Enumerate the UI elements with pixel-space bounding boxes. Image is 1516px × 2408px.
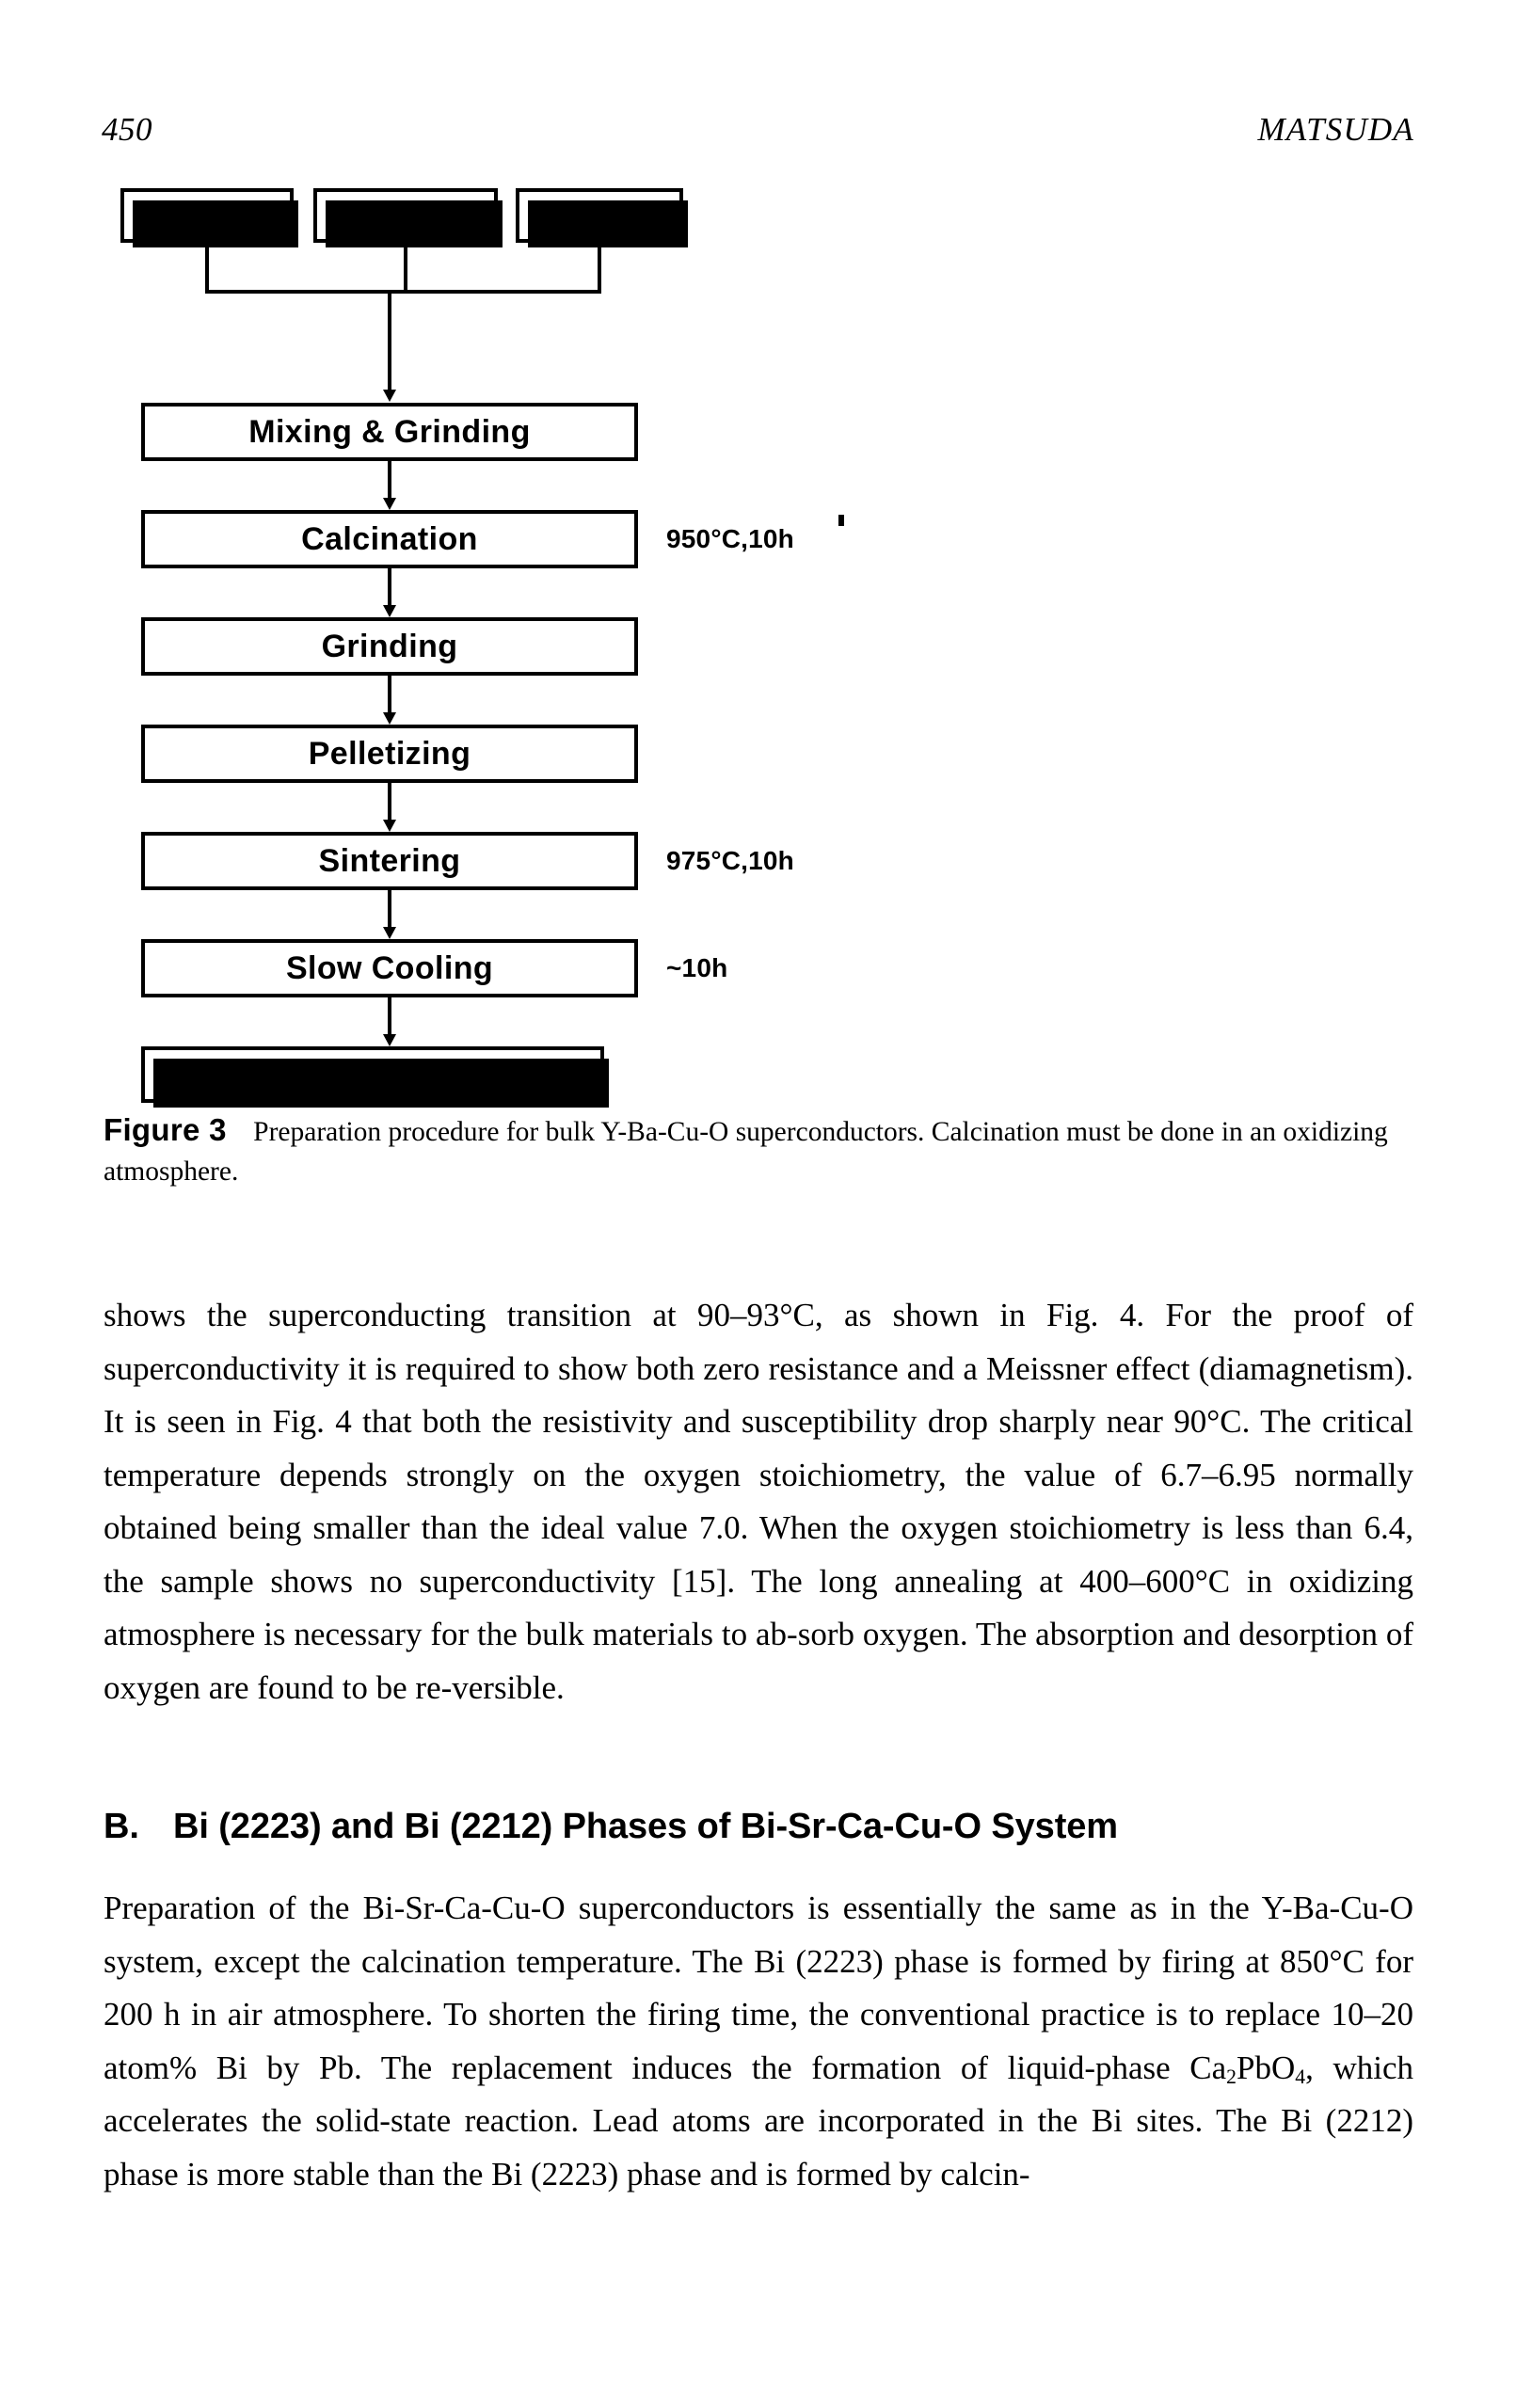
arrowhead-grinding — [383, 605, 396, 617]
flow-box-label: Calcination — [301, 520, 478, 557]
flow-box-product: Y1Ba2Cu3O6.7~7.0 — [141, 1046, 609, 1108]
section-title: Bi (2223) and Bi (2212) Phases of Bi-Sr-… — [173, 1807, 1118, 1846]
connector-mixing-to-calcination — [388, 461, 391, 498]
arrowhead-to-mixing — [383, 390, 396, 402]
flow-box-slow-cooling: Slow Cooling — [141, 939, 638, 997]
page-number: 450 — [102, 111, 152, 148]
annotation-slow-cooling-duration: ~10h — [666, 953, 728, 982]
flow-box-grinding: Grinding — [141, 617, 638, 676]
arrowhead-product — [383, 1034, 396, 1046]
figure-caption: Figure 3 Preparation procedure for bulk … — [104, 1108, 1413, 1192]
connector-grinding-to-pelletizing — [388, 676, 391, 712]
connector-pelletizing-to-sintering — [388, 783, 391, 820]
flow-box-label: Sintering — [318, 842, 461, 879]
annotation-calcination-conditions: 950°C,10h — [666, 524, 794, 553]
arrowhead-calcination — [383, 498, 396, 510]
flow-box-label: Slow Cooling — [285, 949, 494, 986]
connector-calcination-to-grinding — [388, 568, 391, 605]
figure-label: Figure 3 — [104, 1112, 254, 1147]
flow-box-copper-oxide: CuO — [516, 188, 688, 247]
flow-box-label: Y1Ba2Cu3O6.7~7.0 — [264, 1057, 481, 1093]
document-page: 450 MATSUDA Y2O3 BaCO3 CuO Mixing & Grin… — [0, 0, 1516, 2408]
flow-box-mixing-grinding: Mixing & Grinding — [141, 403, 638, 461]
flow-box-label: BaCO3 — [359, 199, 453, 234]
connector-manifold-to-mixing — [388, 290, 391, 390]
connector-stem-cuo — [598, 243, 601, 294]
figure-3-flowchart: Y2O3 BaCO3 CuO Mixing & Grinding Calcina… — [102, 188, 949, 1108]
running-head: 450 MATSUDA — [102, 111, 1414, 158]
flow-box-label: Grinding — [321, 628, 458, 664]
annotation-sintering-conditions: 975°C,10h — [666, 846, 794, 875]
connector-manifold-bar — [205, 290, 601, 294]
flow-box-yttrium-oxide: Y2O3 — [120, 188, 298, 247]
flow-box-barium-carbonate: BaCO3 — [313, 188, 503, 247]
connector-stem-y2o3 — [205, 243, 209, 294]
flow-box-label: Mixing & Grinding — [248, 413, 531, 450]
flow-box-label: Pelletizing — [308, 735, 471, 772]
section-number: B. — [104, 1807, 139, 1846]
flow-box-label: Y2O3 — [175, 199, 239, 234]
flow-box-sintering: Sintering — [141, 832, 638, 890]
section-heading-b: B. Bi (2223) and Bi (2212) Phases of Bi-S… — [104, 1807, 1413, 1847]
arrowhead-pelletizing — [383, 712, 396, 725]
body-paragraph-2: Preparation of the Bi-Sr-Ca-Cu-O superco… — [104, 1890, 1413, 2193]
arrowhead-sintering — [383, 820, 396, 832]
flow-box-pelletizing: Pelletizing — [141, 725, 638, 783]
body-paragraph-1: shows the superconducting transition at … — [104, 1297, 1413, 1706]
arrowhead-slow-cooling — [383, 927, 396, 939]
figure-caption-text: Preparation procedure for bulk Y-Ba-Cu-O… — [104, 1117, 1388, 1187]
running-head-author: MATSUDA — [1257, 111, 1414, 148]
connector-sintering-to-slow-cooling — [388, 890, 391, 927]
connector-stem-baco3 — [404, 243, 407, 294]
flow-box-calcination: Calcination — [141, 510, 638, 568]
scan-artifact-speck — [838, 515, 844, 526]
connector-slow-cooling-to-product — [388, 997, 391, 1034]
flow-box-label: CuO — [567, 199, 631, 231]
